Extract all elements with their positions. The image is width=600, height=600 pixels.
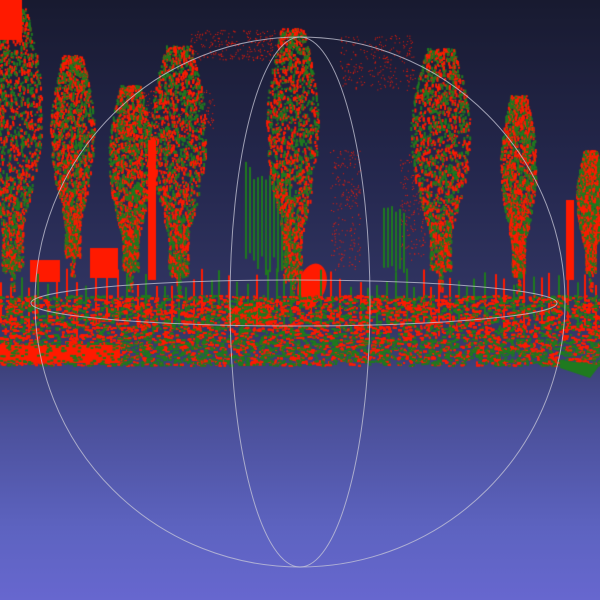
point-cloud-render[interactable] (0, 0, 600, 600)
3d-viewport[interactable] (0, 0, 600, 600)
